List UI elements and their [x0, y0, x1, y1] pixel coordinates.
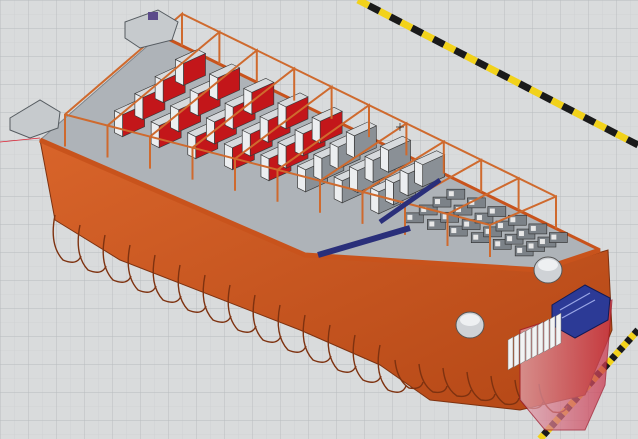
cad-3d-viewport[interactable] [0, 0, 638, 439]
ship-model-scene[interactable] [0, 0, 638, 439]
